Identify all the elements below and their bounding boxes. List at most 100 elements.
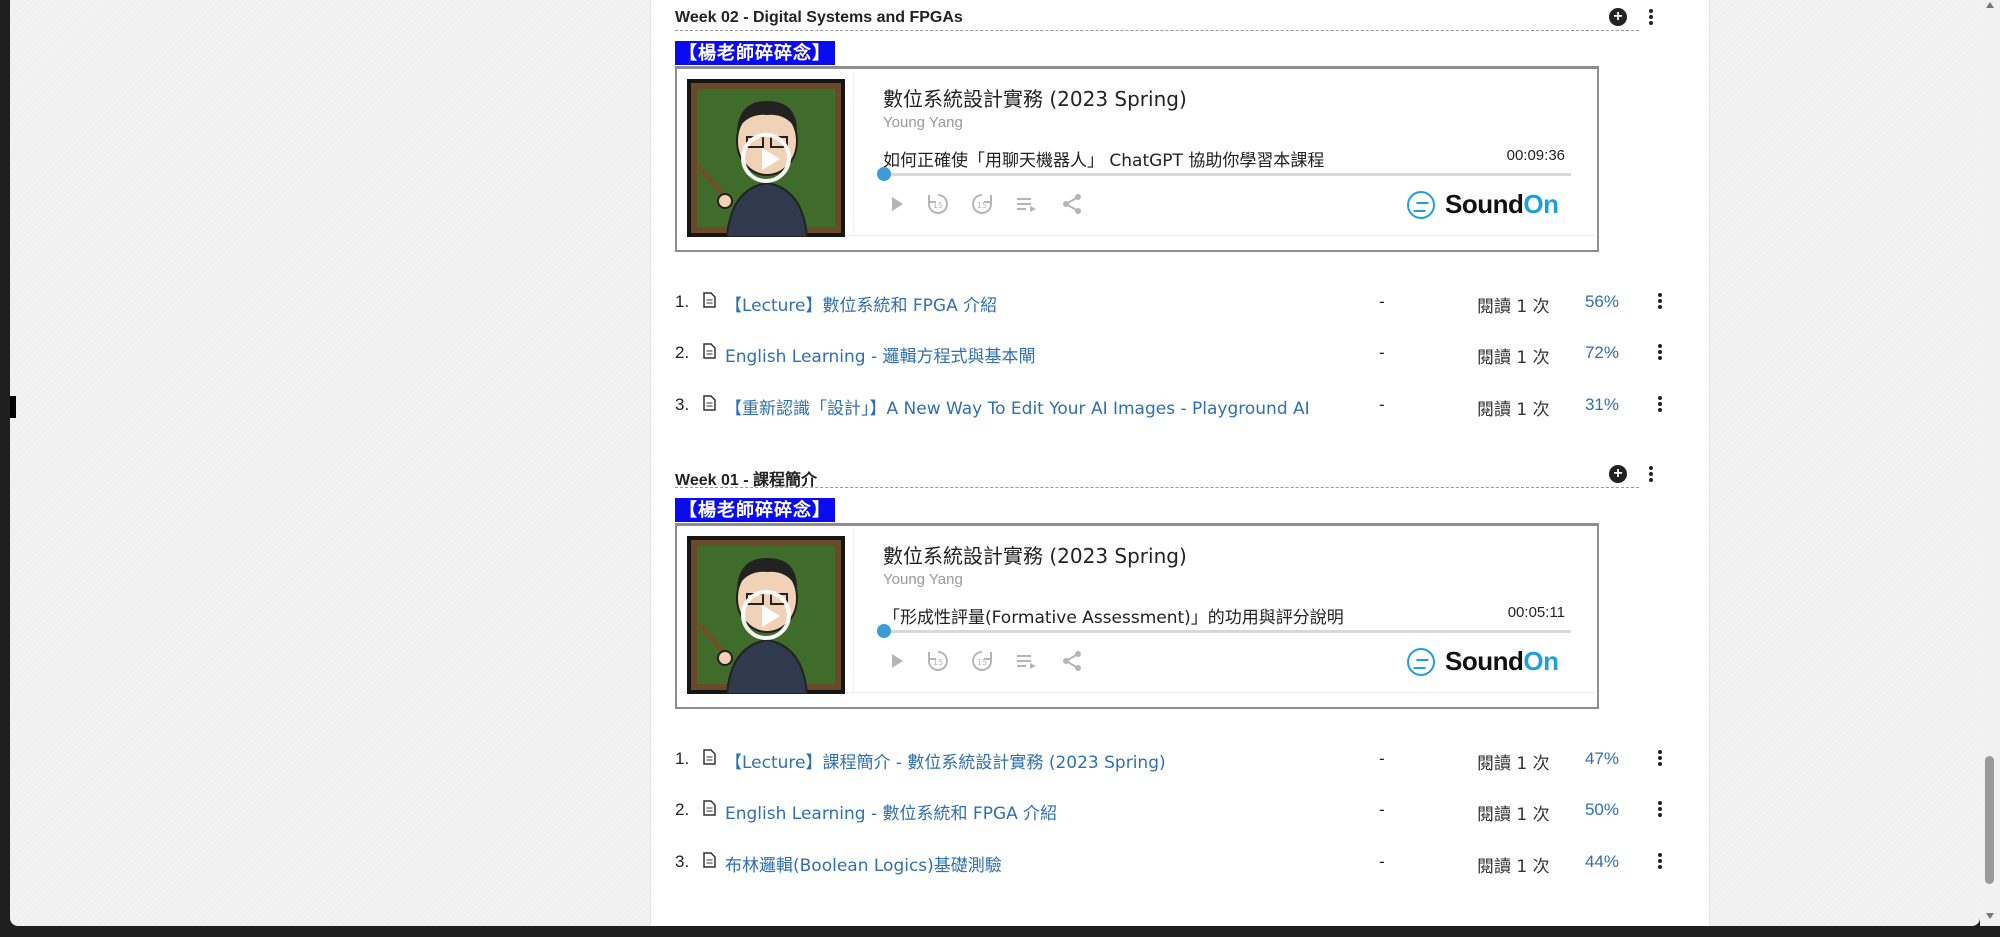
episode-duration: 00:09:36: [1506, 147, 1565, 164]
add-icon[interactable]: +: [1609, 465, 1627, 483]
item-link[interactable]: 【重新認識「設計」】A New Way To Edit Your AI Imag…: [725, 394, 1310, 419]
item-menu-icon[interactable]: [1657, 852, 1663, 872]
podcast-author: Young Yang: [883, 571, 963, 588]
item-number: 1.: [675, 749, 690, 768]
item-menu-icon[interactable]: [1657, 292, 1663, 312]
week-menu-icon[interactable]: [1648, 465, 1654, 485]
document-icon: [703, 749, 716, 765]
rewind-15-icon[interactable]: 15: [925, 648, 951, 674]
episode-title: 如何正確使「用聊天機器人」 ChatGPT 協助你學習本課程: [883, 151, 1325, 171]
list-item: 3. 布林邏輯(Boolean Logics)基礎測驗 - 閱讀 1 次 44%: [675, 848, 1685, 878]
progress-handle[interactable]: [877, 624, 891, 638]
list-item: 3. 【重新認識「設計」】A New Way To Edit Your AI I…: [675, 391, 1685, 421]
play-icon[interactable]: [883, 191, 909, 217]
rewind-15-icon[interactable]: 15: [925, 191, 951, 217]
share-icon[interactable]: [1059, 191, 1085, 217]
week-title: Week 01 - 課程簡介: [675, 472, 817, 489]
svg-text:15: 15: [977, 658, 987, 667]
progress-bar[interactable]: [877, 624, 1571, 638]
cover-play-icon[interactable]: [741, 133, 791, 183]
page-scrollbar[interactable]: [1980, 0, 2000, 926]
item-dash: -: [1379, 292, 1385, 311]
scroll-up-arrow-icon[interactable]: [1986, 2, 1994, 8]
item-menu-icon[interactable]: [1657, 800, 1663, 820]
soundon-brand-accent: On: [1523, 646, 1559, 676]
soundon-logo[interactable]: SoundOn: [1407, 187, 1565, 223]
item-dash: -: [1379, 395, 1385, 414]
forward-15-icon[interactable]: 15: [969, 191, 995, 217]
document-icon: [703, 395, 716, 411]
item-dash: -: [1379, 749, 1385, 768]
item-read-count: 閱讀 1 次: [1477, 297, 1550, 317]
list-item: 1. 【Lecture】課程簡介 - 數位系統設計實務 (2023 Spring…: [675, 745, 1685, 775]
progress-bar[interactable]: [877, 167, 1571, 181]
forward-15-icon[interactable]: 15: [969, 648, 995, 674]
course-content: Week 02 - Digital Systems and FPGAs + 【楊…: [650, 0, 1710, 926]
week-title: Week 02 - Digital Systems and FPGAs: [675, 9, 963, 26]
add-icon[interactable]: +: [1609, 8, 1627, 26]
list-item: 2. English Learning - 數位系統和 FPGA 介紹 - 閱讀…: [675, 796, 1685, 826]
soundon-brand-accent: On: [1523, 189, 1559, 219]
section-tag: 【楊老師碎碎念】: [675, 498, 835, 522]
item-progress-percent[interactable]: 50%: [1585, 800, 1619, 820]
item-link[interactable]: 【Lecture】課程簡介 - 數位系統設計實務 (2023 Spring): [725, 748, 1166, 773]
item-read-count: 閱讀 1 次: [1477, 857, 1550, 877]
item-number: 1.: [675, 292, 690, 311]
document-icon: [703, 292, 716, 308]
playlist-icon[interactable]: [1013, 648, 1039, 674]
episode-title: 「形成性評量(Formative Assessment)」的功用與評分說明: [883, 608, 1344, 628]
section-tag: 【楊老師碎碎念】: [675, 41, 835, 65]
document-icon: [703, 852, 716, 868]
soundon-brand: Sound: [1445, 646, 1524, 676]
scrollbar-thumb[interactable]: [1985, 756, 1994, 884]
soundon-icon: [1407, 648, 1435, 676]
podcast-title: 數位系統設計實務 (2023 Spring): [883, 544, 1187, 568]
side-handle[interactable]: [10, 396, 16, 418]
document-icon: [703, 343, 716, 359]
soundon-icon: [1407, 191, 1435, 219]
list-item: 2. English Learning - 邏輯方程式與基本閘 - 閱讀 1 次…: [675, 339, 1685, 369]
item-link[interactable]: English Learning - 數位系統和 FPGA 介紹: [725, 799, 1057, 824]
podcast-player: 數位系統設計實務 (2023 Spring) Young Yang 「形成性評量…: [675, 523, 1599, 709]
week-menu-icon[interactable]: [1648, 8, 1654, 28]
svg-text:15: 15: [933, 658, 943, 667]
item-progress-percent[interactable]: 31%: [1585, 395, 1619, 415]
item-read-count: 閱讀 1 次: [1477, 754, 1550, 774]
podcast-cover: [687, 79, 845, 237]
item-progress-percent[interactable]: 47%: [1585, 749, 1619, 769]
item-number: 3.: [675, 395, 690, 414]
item-progress-percent[interactable]: 44%: [1585, 852, 1619, 872]
week-header: Week 01 - 課程簡介 +: [675, 465, 1653, 489]
item-read-count: 閱讀 1 次: [1477, 805, 1550, 825]
item-progress-percent[interactable]: 72%: [1585, 343, 1619, 363]
soundon-logo[interactable]: SoundOn: [1407, 644, 1565, 680]
playlist-icon[interactable]: [1013, 191, 1039, 217]
browser-viewport: Week 02 - Digital Systems and FPGAs + 【楊…: [10, 0, 1980, 926]
item-read-count: 閱讀 1 次: [1477, 400, 1550, 420]
item-link[interactable]: English Learning - 邏輯方程式與基本閘: [725, 342, 1036, 367]
week-header: Week 02 - Digital Systems and FPGAs +: [675, 8, 1653, 31]
svg-text:15: 15: [933, 201, 943, 210]
item-progress-percent[interactable]: 56%: [1585, 292, 1619, 312]
item-number: 2.: [675, 343, 690, 362]
item-link[interactable]: 【Lecture】數位系統和 FPGA 介紹: [725, 291, 997, 316]
soundon-brand: Sound: [1445, 189, 1524, 219]
podcast-title: 數位系統設計實務 (2023 Spring): [883, 87, 1187, 111]
item-number: 3.: [675, 852, 690, 871]
item-dash: -: [1379, 343, 1385, 362]
item-menu-icon[interactable]: [1657, 749, 1663, 769]
item-dash: -: [1379, 800, 1385, 819]
svg-text:15: 15: [977, 201, 987, 210]
play-icon[interactable]: [883, 648, 909, 674]
item-menu-icon[interactable]: [1657, 343, 1663, 363]
podcast-player: 數位系統設計實務 (2023 Spring) Young Yang 如何正確使「…: [675, 66, 1599, 252]
episode-duration: 00:05:11: [1507, 604, 1565, 621]
item-menu-icon[interactable]: [1657, 395, 1663, 415]
share-icon[interactable]: [1059, 648, 1085, 674]
item-dash: -: [1379, 852, 1385, 871]
cover-play-icon[interactable]: [741, 590, 791, 640]
item-link[interactable]: 布林邏輯(Boolean Logics)基礎測驗: [725, 851, 1002, 876]
scroll-down-arrow-icon[interactable]: [1986, 913, 1994, 919]
document-icon: [703, 800, 716, 816]
progress-handle[interactable]: [877, 167, 891, 181]
